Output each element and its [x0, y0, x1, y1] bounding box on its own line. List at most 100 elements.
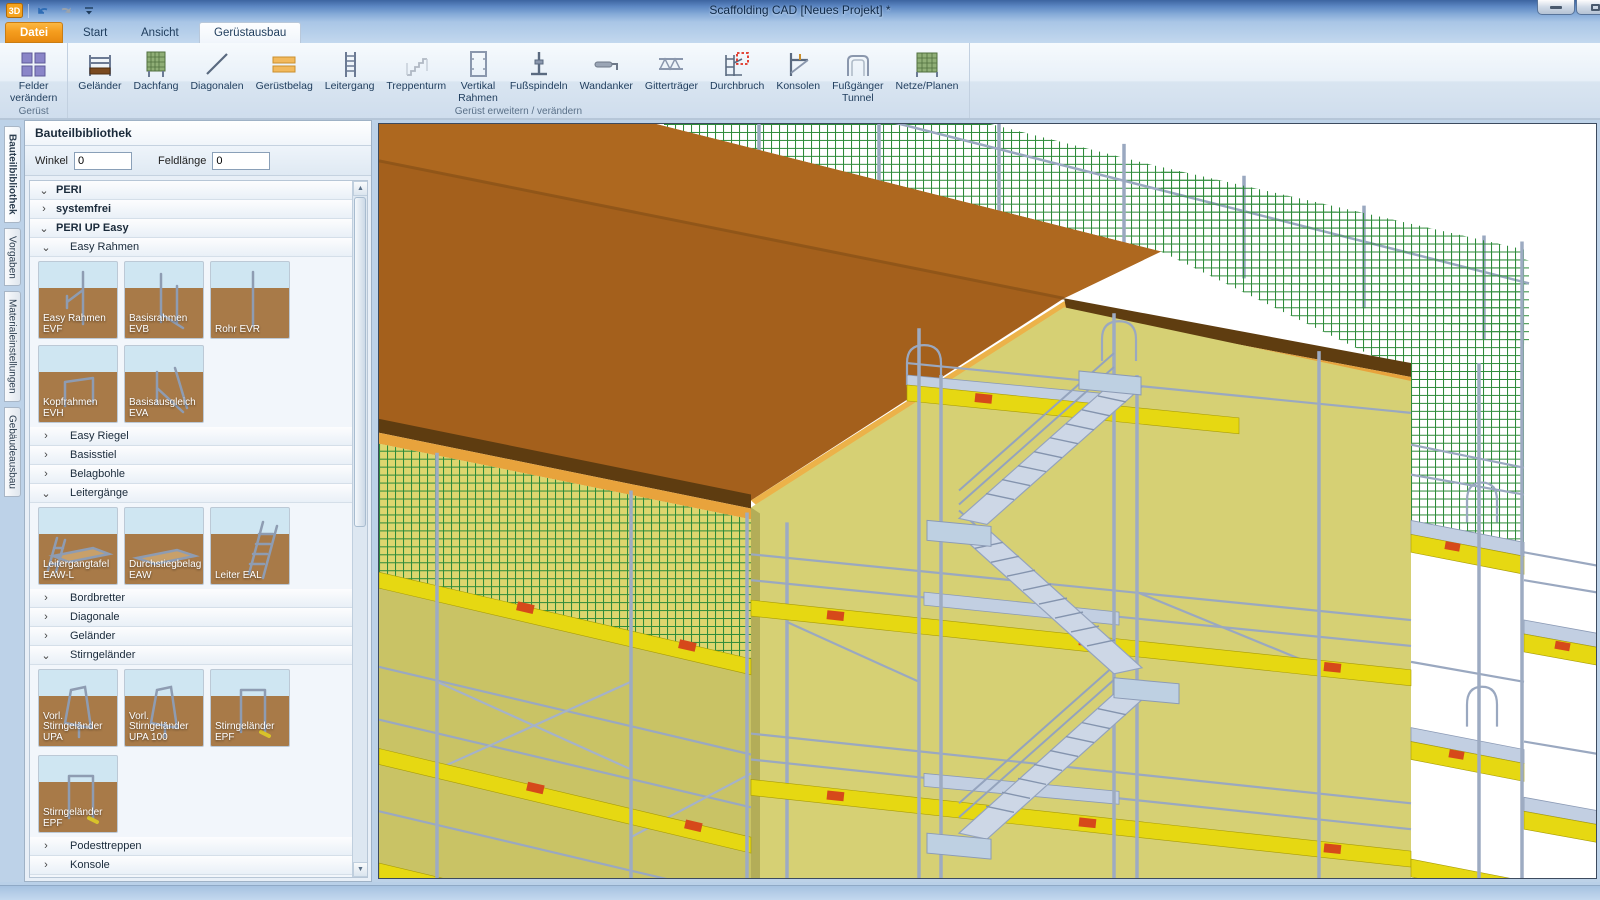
tree-group-label: Easy Rahmen	[70, 241, 139, 253]
netze-icon	[912, 49, 942, 79]
tunnel-icon	[843, 49, 873, 79]
leitergang-button[interactable]: Leitergang	[319, 46, 381, 94]
chevron-right-icon[interactable]: ›	[40, 468, 52, 480]
tree-group-podesttreppen[interactable]: ›Podesttreppen	[30, 837, 352, 856]
component-card-leitergangtafel-eaw-l[interactable]: Leitergangtafel EAW-L	[38, 507, 118, 585]
scroll-down-icon[interactable]: ▼	[353, 862, 368, 877]
diagonalen-button[interactable]: Diagonalen	[184, 46, 249, 94]
3d-viewport[interactable]	[378, 123, 1597, 879]
tree-group-label: systemfrei	[56, 203, 111, 215]
tree-group-diagonale[interactable]: › Diagonale	[30, 608, 352, 627]
button-label: Leitergang	[325, 80, 375, 92]
treppenturm-button[interactable]: Treppenturm	[380, 46, 452, 94]
component-card-grid: Easy Rahmen EVFBasisrahmen EVBRohr EVR Ko…	[30, 257, 352, 427]
scrollbar-thumb[interactable]	[354, 197, 366, 527]
component-card-leiter-eal[interactable]: Leiter EAL	[210, 507, 290, 585]
gel-nder-button[interactable]: Geländer	[72, 46, 127, 94]
button-label: Geländer	[78, 80, 121, 92]
component-card-label: Vorl. Stirngeländer UPA	[43, 712, 102, 744]
tree-group-bordbretter[interactable]: ›Bordbretter	[30, 589, 352, 608]
tab-ansicht[interactable]: Ansicht	[127, 22, 193, 43]
tree-group-peri[interactable]: ⌄PERI	[30, 181, 352, 200]
component-card-stirngel-nder-epf[interactable]: Stirngeländer EPF	[38, 755, 118, 833]
library-panel: Bauteilbibliothek WinkelFeldlänge ⌄PERI›…	[24, 120, 372, 882]
tree-group-peri-up-easy[interactable]: ⌄PERI UP Easy	[30, 219, 352, 238]
konsolen-button[interactable]: Konsolen	[770, 46, 826, 94]
component-card-vorl-stirngel-nder-upa-100[interactable]: Vorl. Stirngeländer UPA 100	[124, 669, 204, 747]
component-card-label: Leiter EAL	[215, 571, 262, 582]
konsole-icon	[783, 49, 813, 79]
vertikal-rahmen-button[interactable]: Vertikal Rahmen	[452, 46, 504, 106]
chevron-right-icon[interactable]: ›	[38, 203, 50, 215]
chevron-down-icon[interactable]: ⌄	[40, 241, 52, 254]
diagonalen-icon	[202, 49, 232, 79]
ger-stbelag-button[interactable]: Gerüstbelag	[250, 46, 319, 94]
component-card-basisausgleich-eva[interactable]: Basisausgleich EVA	[124, 345, 204, 423]
tab-start[interactable]: Start	[69, 22, 121, 43]
component-card-basisrahmen-evb[interactable]: Basisrahmen EVB	[124, 261, 204, 339]
feldl-nge-label: Feldlänge	[158, 155, 206, 167]
component-card-durchstiegbelag-eaw[interactable]: Durchstiegbelag EAW	[124, 507, 204, 585]
maximize-button[interactable]	[1576, 0, 1600, 15]
tree-group-label: Basisstiel	[70, 449, 116, 461]
tree-group-belagbohle[interactable]: ›Belagbohle	[30, 465, 352, 484]
tree-group-leiterg-nge[interactable]: ⌄Leitergänge	[30, 484, 352, 503]
button-label: Gerüstbelag	[256, 80, 313, 92]
side-tab-materialeinstellungen[interactable]: Materialeinstellungen	[4, 291, 21, 402]
fu-spindeln-button[interactable]: Fußspindeln	[504, 46, 574, 94]
belag-icon	[269, 49, 299, 79]
tree-group-stirngel-nder[interactable]: ⌄Stirngeländer	[30, 646, 352, 665]
component-card-vorl-stirngel-nder-upa[interactable]: Vorl. Stirngeländer UPA	[38, 669, 118, 747]
tree-group-easy-riegel[interactable]: ›Easy Riegel	[30, 427, 352, 446]
netze-planen-button[interactable]: Netze/Planen	[889, 46, 964, 94]
minimize-button[interactable]	[1537, 0, 1575, 15]
window-title: Scaffolding CAD [Neues Projekt] *	[0, 3, 1600, 17]
durchbruch-button[interactable]: Durchbruch	[704, 46, 770, 94]
tree-group-label: Diagonale	[70, 611, 120, 623]
side-tab-bauteilbibliothek[interactable]: Bauteilbibliothek	[4, 126, 21, 223]
chevron-right-icon[interactable]: ›	[40, 430, 52, 442]
ribbon-tab-row: Datei Start Ansicht Gerüstausbau	[0, 22, 1600, 43]
dachfang-button[interactable]: Dachfang	[127, 46, 184, 94]
feldl-nge-input[interactable]	[212, 152, 270, 170]
tree-group-konsole[interactable]: ›Konsole	[30, 856, 352, 875]
side-tab-vorgaben[interactable]: Vorgaben	[4, 228, 21, 287]
chevron-down-icon[interactable]: ⌄	[38, 184, 50, 197]
felder-ver-ndern-button[interactable]: Felder verändern	[4, 46, 63, 106]
gittertr-ger-button[interactable]: Gitterträger	[639, 46, 704, 94]
anker-icon	[591, 49, 621, 79]
ribbon-group-label: Gerüst erweitern / verändern	[68, 106, 968, 119]
component-card-kopfrahmen-evh[interactable]: Kopfrahmen EVH	[38, 345, 118, 423]
tree-scrollbar[interactable]: ▲ ▼	[352, 181, 367, 877]
scroll-up-icon[interactable]: ▲	[353, 181, 368, 196]
tree-group-easy-rahmen[interactable]: ⌄ Easy Rahmen	[30, 238, 352, 257]
component-card-label: Stirngeländer EPF	[43, 808, 102, 830]
gelaender-icon	[85, 49, 115, 79]
tab-datei[interactable]: Datei	[5, 22, 63, 43]
chevron-right-icon[interactable]: ›	[40, 592, 52, 604]
chevron-down-icon[interactable]: ⌄	[38, 222, 50, 235]
tab-ger-stausbau[interactable]: Gerüstausbau	[199, 22, 301, 43]
side-tab-strip: Bauteilbibliothek Vorgaben Materialeinstel…	[0, 120, 24, 882]
tree-group-gel-nder[interactable]: ›Geländer	[30, 627, 352, 646]
component-card-grid: Leitergangtafel EAW-LDurchstiegbelag EAW…	[30, 503, 352, 589]
fu-g-nger-tunnel-button[interactable]: Fußgänger Tunnel	[826, 46, 889, 106]
winkel-input[interactable]	[74, 152, 132, 170]
chevron-right-icon[interactable]: ›	[40, 449, 52, 461]
chevron-right-icon[interactable]: ›	[40, 611, 52, 623]
tree-group-systemfrei[interactable]: › systemfrei	[30, 200, 352, 219]
component-card-stirngel-nder-epf[interactable]: Stirngeländer EPF	[210, 669, 290, 747]
chevron-right-icon[interactable]: ›	[40, 859, 52, 871]
library-tree: ⌄PERI›systemfrei⌄PERI UP Easy⌄Easy Rahme…	[29, 180, 368, 878]
treppe-icon	[401, 49, 431, 79]
chevron-down-icon[interactable]: ⌄	[40, 649, 52, 662]
component-card-rohr-evr[interactable]: Rohr EVR	[210, 261, 290, 339]
button-label: Gitterträger	[645, 80, 698, 92]
wandanker-button[interactable]: Wandanker	[574, 46, 639, 94]
component-card-easy-rahmen-evf[interactable]: Easy Rahmen EVF	[38, 261, 118, 339]
chevron-right-icon[interactable]: ›	[40, 840, 52, 852]
chevron-down-icon[interactable]: ⌄	[40, 487, 52, 500]
side-tab-geb-udeausbau[interactable]: Gebäudeausbau	[4, 407, 21, 497]
chevron-right-icon[interactable]: ›	[40, 630, 52, 642]
tree-group-basisstiel[interactable]: › Basisstiel	[30, 446, 352, 465]
